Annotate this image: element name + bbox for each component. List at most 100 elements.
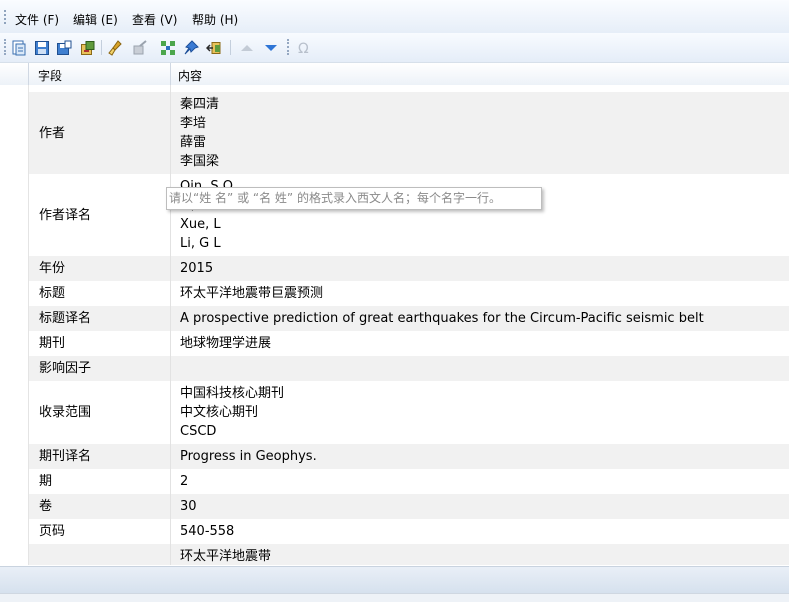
table-row[interactable]: 标题 环太平洋地震带巨震预测 — [0, 281, 789, 306]
bottom-panel — [0, 566, 789, 593]
cell-separator — [170, 92, 171, 174]
menu-bar: 文件 (F) 编辑 (E) 查看 (V) 帮助 (H) — [0, 0, 789, 34]
field-name: 期刊 — [39, 336, 66, 351]
row-selector[interactable] — [0, 306, 29, 331]
field-value[interactable]: 期刊文章 — [180, 85, 232, 89]
table-row[interactable]: 页码 540-558 — [0, 519, 789, 544]
value-line: 环太平洋地震带巨震预测 — [180, 286, 324, 301]
field-value[interactable]: 秦四清 李培 薛雷 李国梁 — [180, 95, 219, 171]
grid-fields-icon[interactable] — [159, 39, 176, 56]
cell-separator — [170, 381, 171, 444]
menu-file[interactable]: 文件 (F) — [15, 12, 59, 28]
row-selector[interactable] — [0, 494, 29, 519]
value-line: 30 — [180, 499, 197, 514]
row-selector[interactable] — [0, 444, 29, 469]
field-value[interactable]: Progress in Geophys. — [180, 447, 317, 466]
menu-help[interactable]: 帮助 (H) — [192, 12, 238, 28]
row-selector[interactable] — [0, 331, 29, 356]
export-icon[interactable] — [205, 39, 222, 56]
tooltip: 请以“姓 名” 或 “名 姓” 的格式录入西文人名；每个名字一行。 — [166, 187, 542, 210]
field-value[interactable]: 地球物理学进展 — [180, 334, 271, 353]
omega-icon[interactable]: Ω — [295, 39, 312, 56]
field-name: 标题 — [39, 286, 66, 301]
field-name: 收录范围 — [39, 405, 92, 420]
table-row[interactable]: 题录类型 期刊文章 — [0, 85, 789, 92]
value-line: 薛雷 — [180, 135, 207, 150]
value-line: 地球物理学进展 — [180, 336, 272, 351]
field-name: 题录类型 — [39, 85, 91, 89]
field-name: 标题译名 — [39, 311, 92, 326]
field-value[interactable]: 中国科技核心期刊 中文核心期刊 CSCD — [180, 384, 284, 441]
row-selector[interactable] — [0, 92, 29, 174]
value-line: 秦四清 — [180, 97, 220, 112]
column-divider[interactable] — [170, 63, 171, 85]
header-content[interactable]: 内容 — [178, 67, 202, 84]
table-row[interactable]: 期刊译名 Progress in Geophys. — [0, 444, 789, 469]
row-selector[interactable] — [0, 256, 29, 281]
move-up-icon[interactable] — [238, 39, 255, 56]
cell-separator — [170, 519, 171, 544]
toolbar-grip[interactable] — [4, 39, 8, 55]
value-line: 2 — [180, 474, 189, 489]
field-value[interactable]: A prospective prediction of great earthq… — [180, 309, 704, 328]
field-value[interactable]: 2 — [180, 472, 188, 491]
row-selector[interactable] — [0, 469, 29, 494]
value-line: Li, G L — [180, 236, 221, 251]
row-selector[interactable] — [0, 519, 29, 544]
import-icon[interactable] — [79, 39, 96, 56]
value-line: 540-558 — [180, 524, 235, 539]
field-name: 影响因子 — [39, 361, 92, 376]
field-value[interactable]: 2015 — [180, 259, 213, 278]
field-value[interactable]: 环太平洋地震带巨震预测 — [180, 284, 323, 303]
table-row[interactable]: 环太平洋地震带 — [0, 544, 789, 565]
toolbar-separator — [101, 40, 102, 55]
cell-separator — [170, 494, 171, 519]
menu-grip[interactable] — [4, 10, 8, 24]
field-value[interactable]: 环太平洋地震带 — [180, 547, 271, 565]
row-selector[interactable] — [0, 381, 29, 444]
cell-separator — [170, 331, 171, 356]
value-line: 2015 — [180, 261, 214, 276]
header-field[interactable]: 字段 — [38, 67, 62, 84]
value-line: 李国梁 — [180, 154, 220, 169]
table-row[interactable]: 收录范围 中国科技核心期刊 中文核心期刊 CSCD — [0, 381, 789, 444]
field-value[interactable]: 30 — [180, 497, 197, 516]
save-as-icon[interactable] — [55, 39, 72, 56]
row-selector[interactable] — [0, 85, 29, 92]
move-down-icon[interactable] — [262, 39, 279, 56]
row-selector[interactable] — [0, 174, 29, 256]
field-name: 作者译名 — [39, 207, 92, 223]
record-grid: 题录类型期刊文章作者秦四清李培薛雷李国梁作者译名Qin, S QLi, PXue… — [0, 85, 789, 565]
cell-separator — [170, 356, 171, 381]
table-row[interactable]: 作者 秦四清 李培 薛雷 李国梁 — [0, 92, 789, 174]
value-line: A prospective prediction of great earthq… — [180, 311, 704, 326]
cell-separator — [170, 444, 171, 469]
table-row[interactable]: 期2 — [0, 469, 789, 494]
clean-brush-icon[interactable] — [107, 39, 124, 56]
row-selector[interactable] — [0, 281, 29, 306]
field-value[interactable]: 540-558 — [180, 522, 234, 541]
table-header: 字段 内容 — [0, 63, 789, 86]
table-row[interactable]: 影响因子 — [0, 356, 789, 381]
pin-icon[interactable] — [182, 39, 199, 56]
value-line: 期刊文章 — [180, 85, 232, 89]
field-name: 卷 — [39, 499, 53, 514]
cell-separator — [170, 85, 171, 92]
row-selector[interactable] — [0, 356, 29, 381]
toolbar-grip[interactable] — [287, 39, 291, 55]
new-record-icon[interactable] — [10, 39, 27, 56]
table-row[interactable]: 卷 30 — [0, 494, 789, 519]
menu-edit[interactable]: 编辑 (E) — [73, 12, 118, 28]
toolbar: Ω — [0, 33, 789, 63]
table-row[interactable]: 年份 2015 — [0, 256, 789, 281]
save-icon[interactable] — [33, 39, 50, 56]
table-row[interactable]: 期刊 地球物理学进展 — [0, 331, 789, 356]
value-line: Progress in Geophys. — [180, 449, 317, 464]
cell-separator — [170, 281, 171, 306]
cell-separator — [170, 469, 171, 494]
value-line: CSCD — [180, 424, 217, 439]
header-row-selector[interactable] — [0, 63, 29, 85]
menu-view[interactable]: 查看 (V) — [132, 12, 177, 28]
row-selector[interactable] — [0, 544, 29, 565]
table-row[interactable]: 标题译名 A prospective prediction of great ea… — [0, 306, 789, 331]
